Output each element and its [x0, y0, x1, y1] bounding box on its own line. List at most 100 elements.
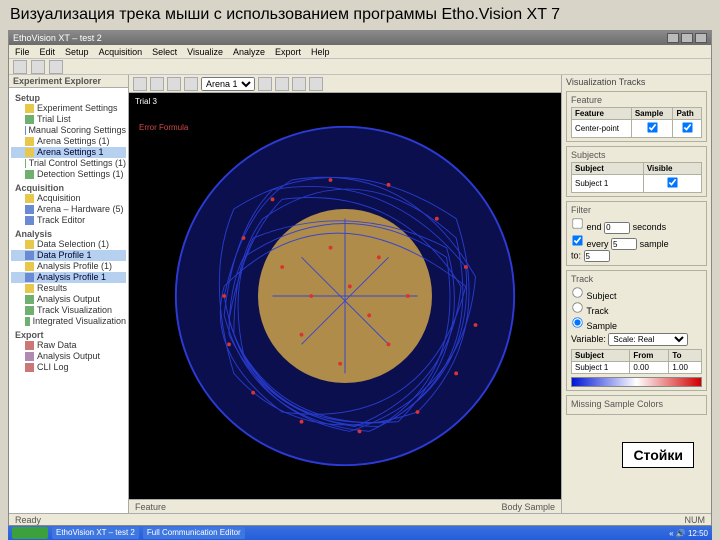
- titlebar-text: EthoVision XT – test 2: [13, 33, 102, 43]
- taskbar-item-ethovision[interactable]: EthoVision XT – test 2: [52, 527, 139, 539]
- filter-end-input[interactable]: [604, 222, 630, 234]
- track-opt-track[interactable]: [572, 302, 582, 312]
- item-data-selection[interactable]: Data Selection (1): [11, 239, 126, 250]
- item-data-profile-1[interactable]: Data Profile 1: [11, 250, 126, 261]
- missing-sample-label: Missing Sample Colors: [571, 399, 702, 409]
- viz-zoom-out-button[interactable]: [275, 77, 289, 91]
- viz-fit-button[interactable]: [292, 77, 306, 91]
- item-trial-list[interactable]: Trial List: [11, 114, 126, 125]
- group-analysis[interactable]: Analysis: [11, 229, 126, 239]
- menu-analyze[interactable]: Analyze: [233, 47, 265, 57]
- log-icon: [25, 363, 34, 372]
- viz-toolbar: Arena 1: [129, 75, 561, 93]
- color-range-table: SubjectFromTo Subject 10.001.00: [571, 349, 702, 374]
- item-results[interactable]: Results: [11, 283, 126, 294]
- props-head: Visualization Tracks: [566, 77, 707, 87]
- system-tray[interactable]: « 🔊 12:50: [669, 529, 708, 538]
- minimize-button[interactable]: [667, 33, 679, 43]
- filter-every-input[interactable]: [611, 238, 637, 250]
- viz-next-button[interactable]: [167, 77, 181, 91]
- menu-edit[interactable]: Edit: [40, 47, 56, 57]
- menu-export[interactable]: Export: [275, 47, 301, 57]
- item-experiment-settings[interactable]: Experiment Settings: [11, 103, 126, 114]
- item-arena-settings-1[interactable]: Arena Settings 1: [11, 147, 126, 158]
- feature-group: Feature FeatureSamplePath Center-point: [566, 91, 707, 142]
- acq-icon: [25, 194, 34, 203]
- results-icon: [25, 284, 34, 293]
- menu-setup[interactable]: Setup: [65, 47, 89, 57]
- hw-icon: [25, 205, 34, 214]
- group-export[interactable]: Export: [11, 330, 126, 340]
- status-left: Ready: [15, 515, 41, 525]
- viz-export-button[interactable]: [309, 77, 323, 91]
- arena-select[interactable]: Arena 1: [201, 77, 255, 91]
- track-opt-subject[interactable]: [572, 287, 582, 297]
- arena-icon: [25, 148, 34, 157]
- item-acquisition[interactable]: Acquisition: [11, 193, 126, 204]
- group-setup[interactable]: Setup: [11, 93, 126, 103]
- item-trial-control[interactable]: Trial Control Settings (1): [11, 158, 126, 169]
- windows-taskbar: EthoVision XT – test 2 Full Communicatio…: [8, 526, 712, 540]
- menubar: File Edit Setup Acquisition Select Visua…: [9, 45, 711, 59]
- intviz-icon: [25, 317, 30, 326]
- start-button[interactable]: [12, 527, 48, 539]
- item-analysis-profile[interactable]: Analysis Profile (1): [11, 261, 126, 272]
- trackviz-icon: [25, 306, 34, 315]
- menu-help[interactable]: Help: [311, 47, 330, 57]
- filter-label: Filter: [571, 205, 702, 215]
- feature-sample-checkbox[interactable]: [647, 122, 657, 132]
- track-group: Track Subject Track Sample Variable: Sca…: [566, 270, 707, 391]
- table-row: Subject 1: [572, 175, 702, 193]
- item-track-visualization[interactable]: Track Visualization: [11, 305, 126, 316]
- item-integrated-visualization[interactable]: Integrated Visualization: [11, 316, 126, 327]
- feature-table: FeatureSamplePath Center-point: [571, 107, 702, 138]
- menu-visualize[interactable]: Visualize: [187, 47, 223, 57]
- item-manual-scoring[interactable]: Manual Scoring Settings: [11, 125, 126, 136]
- raw-icon: [25, 341, 34, 350]
- viz-zoom-in-button[interactable]: [258, 77, 272, 91]
- item-cli-log[interactable]: CLI Log: [11, 362, 126, 373]
- missing-sample-group: Missing Sample Colors: [566, 395, 707, 415]
- item-analysis-output[interactable]: Analysis Output: [11, 294, 126, 305]
- toolbar-btn-2[interactable]: [31, 60, 45, 74]
- close-button[interactable]: [695, 33, 707, 43]
- viz-status-left: Feature: [135, 502, 166, 512]
- track-label: Track: [571, 274, 702, 284]
- subjects-group: Subjects SubjectVisible Subject 1: [566, 146, 707, 197]
- viz-stop-button[interactable]: [184, 77, 198, 91]
- viz-play-button[interactable]: [133, 77, 147, 91]
- color-gradient: [571, 377, 702, 387]
- item-track-editor[interactable]: Track Editor: [11, 215, 126, 226]
- viz-status-right: Body Sample: [501, 502, 555, 512]
- titlebar: EthoVision XT – test 2: [9, 31, 711, 45]
- toolbar-btn-1[interactable]: [13, 60, 27, 74]
- feature-path-checkbox[interactable]: [682, 122, 692, 132]
- subjects-table: SubjectVisible Subject 1: [571, 162, 702, 193]
- toolbar-btn-3[interactable]: [49, 60, 63, 74]
- menu-file[interactable]: File: [15, 47, 30, 57]
- item-analysis-profile-1[interactable]: Analysis Profile 1: [11, 272, 126, 283]
- menu-acquisition[interactable]: Acquisition: [99, 47, 143, 57]
- variable-select[interactable]: Scale: Real: [608, 333, 688, 346]
- maximize-button[interactable]: [681, 33, 693, 43]
- viz-prev-button[interactable]: [150, 77, 164, 91]
- item-raw-data[interactable]: Raw Data: [11, 340, 126, 351]
- item-arena-hardware[interactable]: Arena – Hardware (5): [11, 204, 126, 215]
- group-acquisition[interactable]: Acquisition: [11, 183, 126, 193]
- item-export-analysis-output[interactable]: Analysis Output: [11, 351, 126, 362]
- menu-select[interactable]: Select: [152, 47, 177, 57]
- main-area: Experiment Explorer Setup Experiment Set…: [9, 75, 711, 513]
- filter-end-checkbox[interactable]: [572, 218, 582, 228]
- filter-to-input[interactable]: [584, 250, 610, 262]
- item-arena-settings[interactable]: Arena Settings (1): [11, 136, 126, 147]
- profile-icon: [25, 251, 34, 260]
- track-opt-sample[interactable]: [572, 317, 582, 327]
- viz-statusbar: Feature Body Sample: [129, 499, 561, 513]
- subjects-label: Subjects: [571, 150, 702, 160]
- subject-visible-checkbox[interactable]: [667, 177, 677, 187]
- explorer-head: Experiment Explorer: [9, 75, 128, 88]
- item-detection-settings[interactable]: Detection Settings (1): [11, 169, 126, 180]
- filter-every-checkbox[interactable]: [572, 235, 582, 245]
- taskbar-item-editor[interactable]: Full Communication Editor: [143, 527, 245, 539]
- app-window: EthoVision XT – test 2 File Edit Setup A…: [8, 30, 712, 526]
